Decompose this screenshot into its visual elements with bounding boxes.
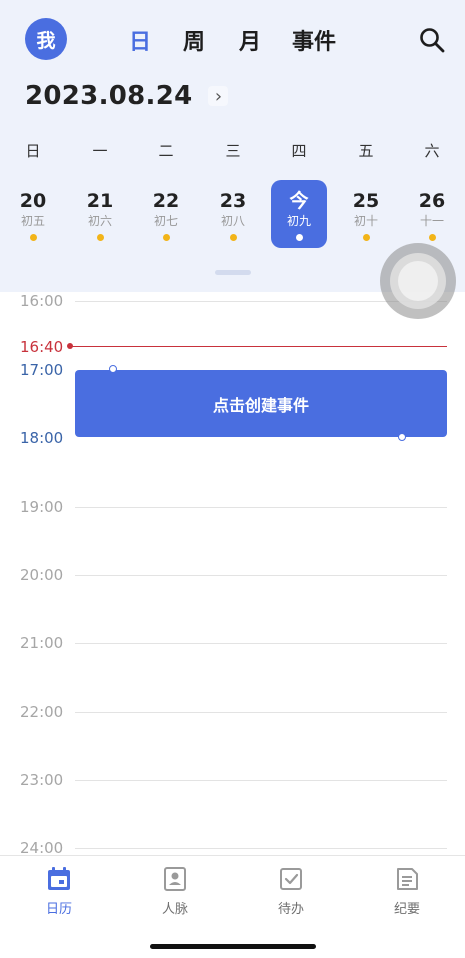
hour-label: 22:00 [20, 703, 64, 721]
day-number: 22 [152, 190, 180, 212]
hour-gridline [75, 507, 447, 508]
tab-month[interactable]: 月 [239, 24, 261, 56]
calendar-header: 我 日 周 月 事件 2023.08.24 › 日 一 二 三 四 五 六 20… [0, 0, 465, 292]
event-resize-handle-top[interactable] [109, 365, 117, 373]
hour-label: 16:00 [20, 292, 64, 310]
lunar-date: 初九 [286, 214, 311, 228]
weekday-label: 六 [424, 142, 440, 160]
weekday-label: 四 [291, 142, 307, 160]
weekday-label: 二 [158, 142, 174, 160]
week-days-strip: 20 初五 21 初六 22 初七 23 初八 今 初九 25 初十 26 十一 [0, 180, 465, 250]
date-selector[interactable]: 2023.08.24 › [25, 80, 229, 112]
lunar-date: 初十 [353, 214, 378, 228]
nav-label-todo: 待办 [277, 902, 304, 917]
current-time-label: 16:40 [20, 338, 64, 356]
current-date: 2023.08.24 [25, 81, 193, 111]
search-button[interactable] [418, 26, 446, 54]
lunar-date: 初六 [87, 214, 112, 228]
lunar-date: 初五 [20, 214, 45, 228]
nav-notes[interactable]: 纪要 [367, 866, 447, 926]
notes-icon [397, 868, 418, 890]
day-cell[interactable]: 20 初五 [5, 180, 61, 248]
current-time-line [70, 346, 447, 347]
hour-label: 20:00 [20, 566, 64, 584]
tab-day[interactable]: 日 [129, 24, 151, 56]
nav-label-contacts: 人脉 [161, 902, 188, 917]
hour-label: 21:00 [20, 634, 64, 652]
hour-label: 17:00 [20, 361, 64, 379]
nav-label-notes: 纪要 [393, 902, 420, 917]
day-cell[interactable]: 23 初八 [205, 180, 261, 248]
event-indicator-dot [295, 234, 303, 241]
hour-label: 18:00 [20, 429, 64, 447]
hour-gridline [75, 643, 447, 644]
lunar-date: 初七 [153, 214, 178, 228]
assistive-touch-button[interactable] [380, 243, 456, 319]
day-number: 20 [19, 190, 47, 212]
event-indicator-dot [29, 234, 37, 241]
avatar[interactable]: 我 [25, 18, 67, 60]
tab-event[interactable]: 事件 [292, 24, 336, 56]
tab-week[interactable]: 周 [183, 24, 205, 56]
create-event-label: 点击创建事件 [212, 395, 309, 415]
home-indicator[interactable] [150, 944, 316, 949]
todo-check-icon [280, 868, 302, 890]
event-indicator-dot [162, 234, 170, 241]
day-number: 26 [418, 190, 446, 212]
bottom-tab-bar: 日历 人脉 待办 纪要 [0, 855, 465, 958]
day-number: 21 [86, 190, 114, 212]
day-number: 今 [289, 190, 309, 212]
hour-label: 23:00 [20, 771, 64, 789]
day-cell-today[interactable]: 今 初九 [271, 180, 327, 248]
hour-label: 24:00 [20, 839, 64, 855]
weekday-label: 三 [225, 142, 241, 160]
event-resize-handle-bottom[interactable] [398, 433, 406, 441]
weekday-label: 一 [92, 142, 108, 160]
hour-gridline [75, 712, 447, 713]
weekday-label: 日 [25, 142, 41, 160]
day-number: 25 [352, 190, 380, 212]
assistive-touch-core [398, 261, 438, 301]
day-cell[interactable]: 26 十一 [404, 180, 460, 248]
calendar-icon [48, 867, 70, 890]
hour-gridline [75, 848, 447, 849]
event-indicator-dot [229, 234, 237, 241]
nav-label-calendar: 日历 [45, 902, 72, 917]
lunar-date: 初八 [220, 214, 245, 228]
day-cell[interactable]: 21 初六 [72, 180, 128, 248]
chevron-right-icon[interactable]: › [208, 86, 229, 107]
event-indicator-dot [96, 234, 104, 241]
day-timeline[interactable]: 16:00 16:40 17:00 18:00 点击创建事件 19:00 20:… [0, 292, 465, 855]
nav-contacts[interactable]: 人脉 [135, 866, 215, 926]
avatar-label: 我 [36, 29, 56, 52]
top-bar: 我 日 周 月 事件 [0, 0, 465, 80]
contacts-icon [164, 867, 186, 891]
create-event-block[interactable]: 点击创建事件 [75, 370, 447, 437]
assistive-touch-ring [390, 253, 446, 309]
day-cell[interactable]: 25 初十 [338, 180, 394, 248]
event-indicator-dot [362, 234, 370, 241]
hour-gridline [75, 575, 447, 576]
search-icon [420, 28, 445, 53]
hour-label: 19:00 [20, 498, 64, 516]
day-cell[interactable]: 22 初七 [138, 180, 194, 248]
event-indicator-dot [428, 234, 436, 241]
lunar-date: 十一 [419, 214, 444, 228]
weekday-label: 五 [358, 142, 374, 160]
day-number: 23 [219, 190, 247, 212]
hour-gridline [75, 780, 447, 781]
nav-calendar[interactable]: 日历 [19, 866, 99, 926]
nav-todo[interactable]: 待办 [251, 866, 331, 926]
weekday-header: 日 一 二 三 四 五 六 [0, 140, 465, 162]
expand-drag-handle[interactable] [215, 270, 251, 275]
